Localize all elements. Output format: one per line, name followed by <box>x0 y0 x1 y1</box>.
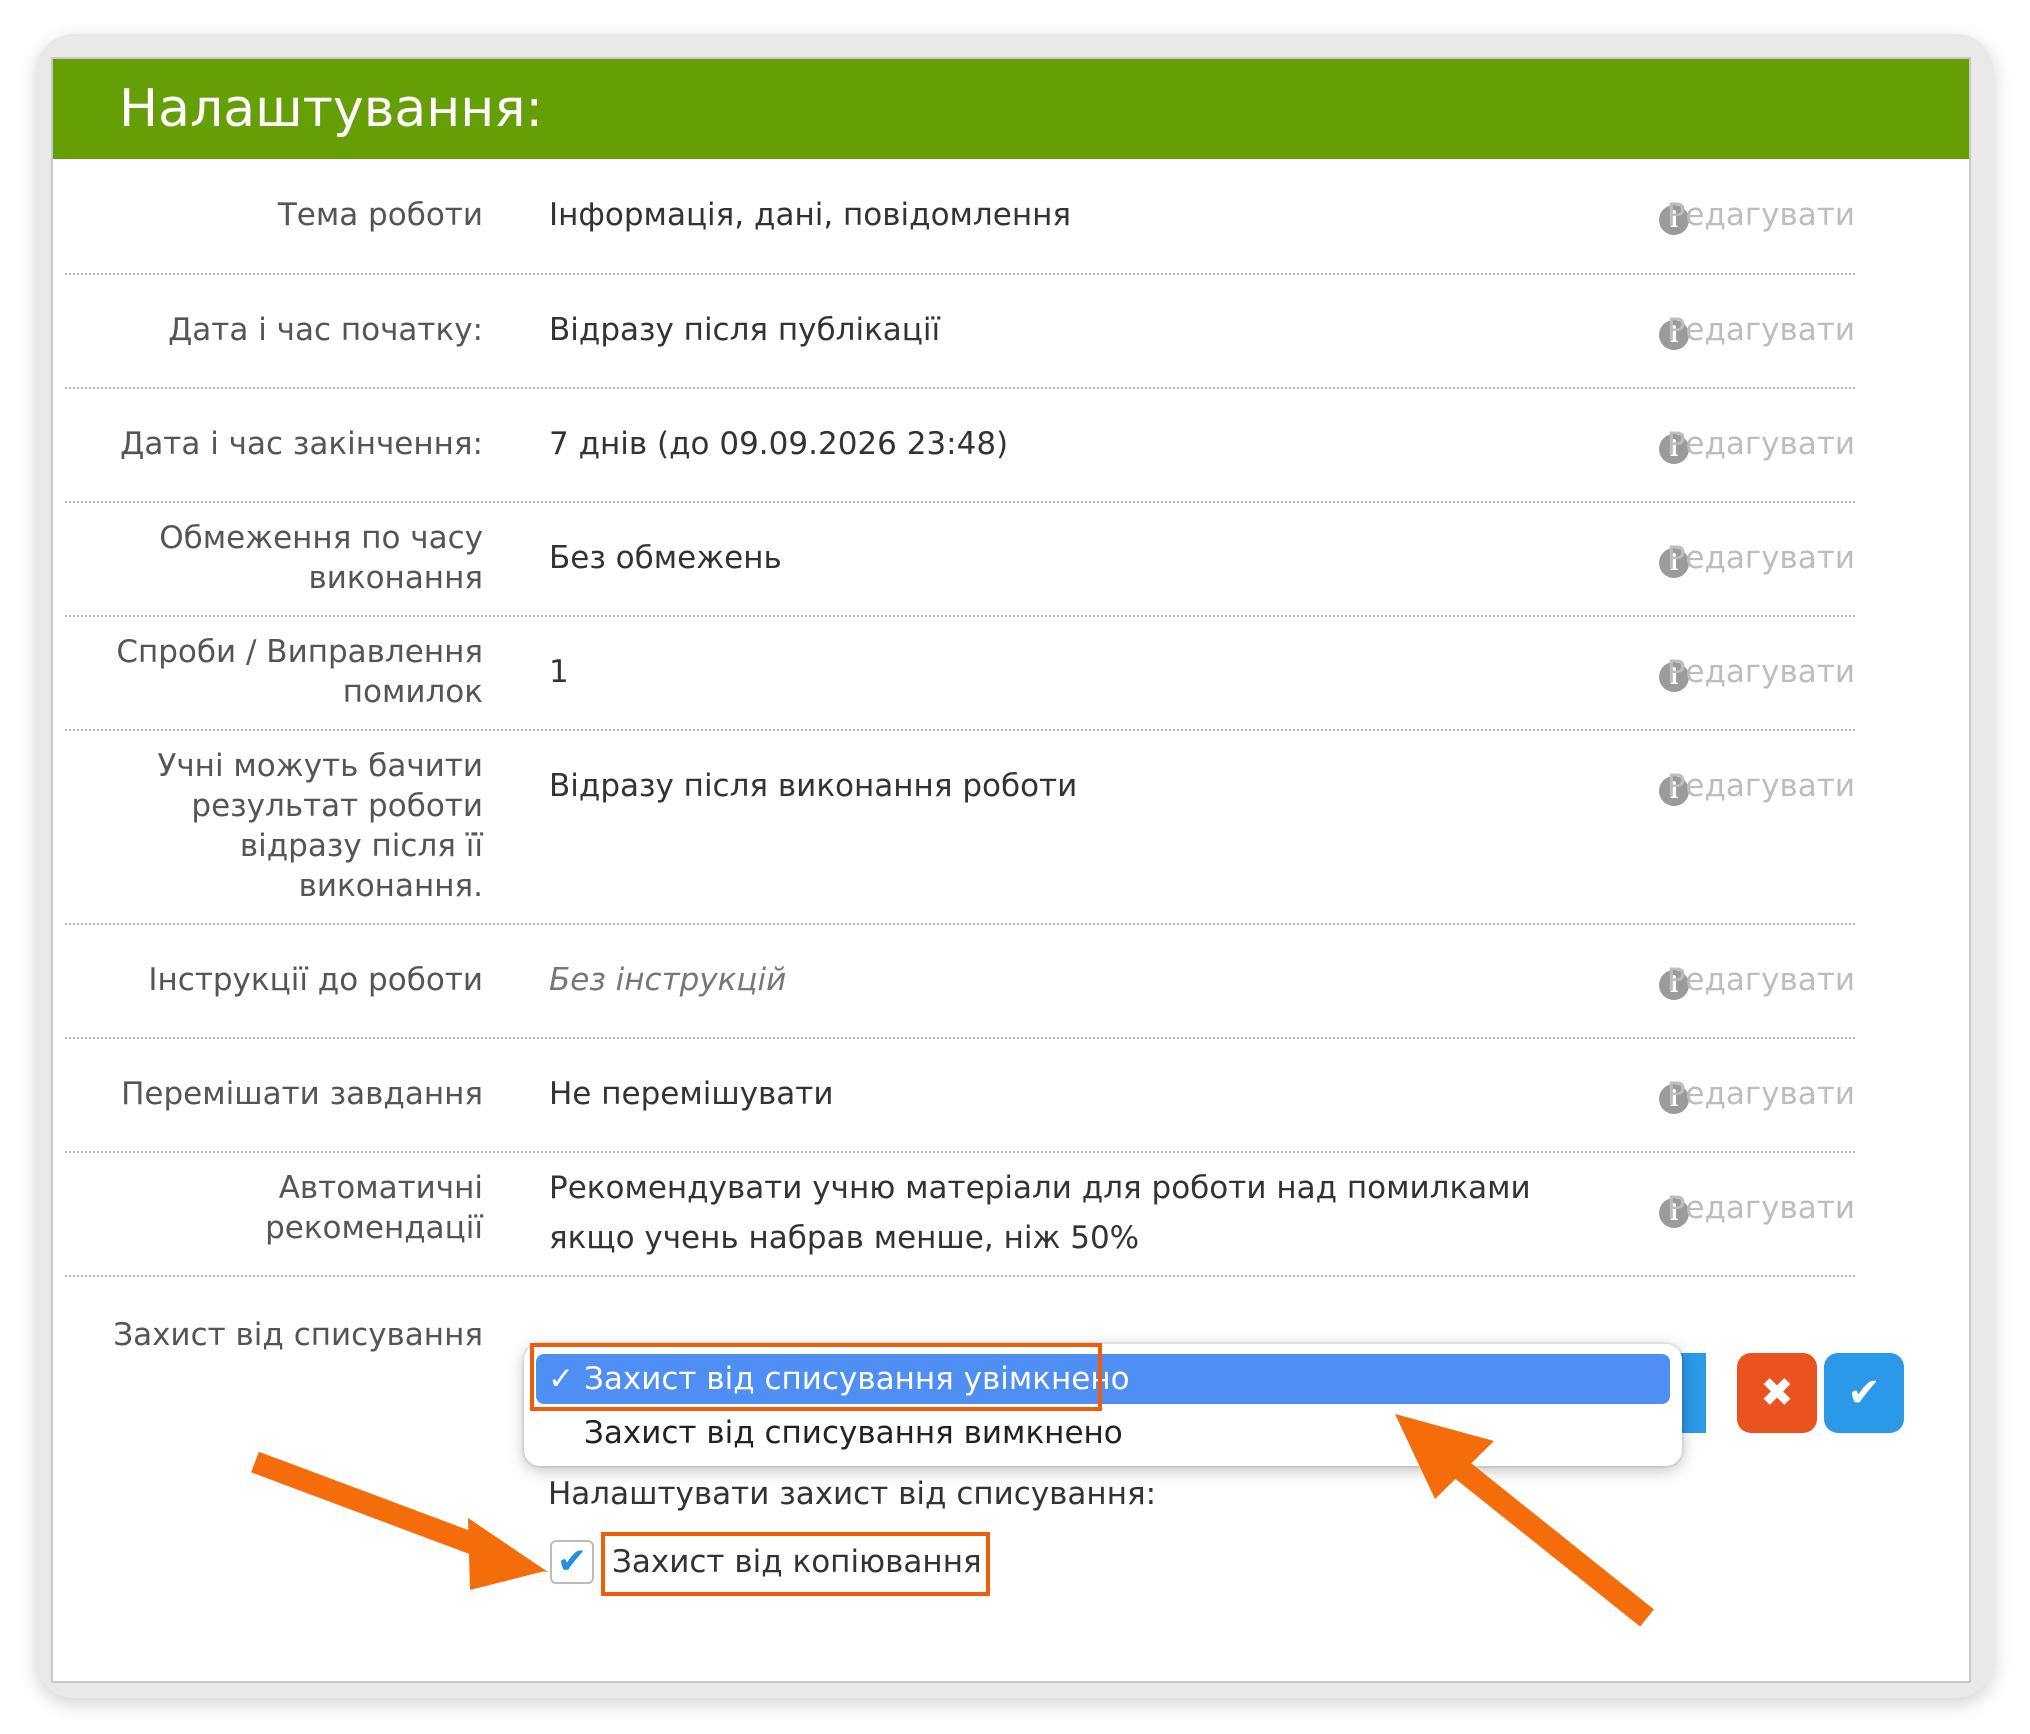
confirm-button[interactable]: ✔ <box>1824 1353 1904 1433</box>
setting-value: Інформація, дані, повідомлення <box>549 197 1072 233</box>
setting-value: Відразу після публікації <box>549 312 941 348</box>
edit-link[interactable]: Редагувати <box>1667 1188 1855 1228</box>
panel-header: Налаштування: <box>53 59 1969 159</box>
setting-row-start-date: Дата і час початку: Відразу після публік… <box>65 275 1855 389</box>
edit-link[interactable]: Редагувати <box>1667 538 1855 578</box>
setting-row-topic: Тема роботи Інформація, дані, повідомлен… <box>65 183 1855 275</box>
setting-row-end-date: Дата і час закінчення: 7 днів (до 09.09.… <box>65 389 1855 503</box>
setting-label: Дата і час закінчення: <box>120 426 483 462</box>
setting-label: Захист від списування <box>113 1317 483 1353</box>
cancel-button[interactable]: ✖ <box>1737 1353 1817 1433</box>
setting-label: Дата і час початку: <box>168 312 483 348</box>
edit-link[interactable]: Редагувати <box>1667 766 1855 806</box>
setting-row-attempts: Спроби / Виправлення помилок 1 i Редагув… <box>65 617 1855 731</box>
page-title: Налаштування: <box>119 79 544 139</box>
copy-protection-checkbox[interactable]: ✔ <box>550 1540 594 1584</box>
setting-label: Обмеження по часу виконання <box>159 520 483 596</box>
antiplagiarism-subtitle: Налаштувати захист від списування: <box>548 1476 1157 1512</box>
setting-row-instructions: Інструкції до роботи Без інструкцій i Ре… <box>65 925 1855 1039</box>
setting-label: Спроби / Виправлення помилок <box>116 634 483 710</box>
setting-label: Перемішати завдання <box>121 1076 483 1112</box>
option-antiplagiarism-off[interactable]: Захист від списування вимкнено <box>584 1408 1123 1458</box>
setting-value: Без інструкцій <box>549 962 787 998</box>
highlight-box-selected-option <box>530 1343 1102 1411</box>
edit-link[interactable]: Редагувати <box>1667 424 1855 464</box>
setting-label: Тема роботи <box>277 197 483 233</box>
edit-link[interactable]: Редагувати <box>1667 652 1855 692</box>
setting-row-shuffle: Перемішати завдання Не перемішувати i Ре… <box>65 1039 1855 1153</box>
setting-label: Інструкції до роботи <box>148 962 483 998</box>
setting-value: Не перемішувати <box>549 1076 834 1112</box>
setting-value: Рекомендувати учню матеріали для роботи … <box>549 1170 1531 1256</box>
settings-list: Тема роботи Інформація, дані, повідомлен… <box>65 183 1855 1377</box>
edit-link[interactable]: Редагувати <box>1667 1074 1855 1114</box>
edit-link[interactable]: Редагувати <box>1667 310 1855 350</box>
setting-row-time-limit: Обмеження по часу виконання Без обмежень… <box>65 503 1855 617</box>
setting-value: 7 днів (до 09.09.2026 23:48) <box>549 426 1009 462</box>
setting-value: Відразу після виконання роботи <box>549 768 1078 804</box>
setting-value: Без обмежень <box>549 540 782 576</box>
copy-protection-label[interactable]: Захист від копіювання <box>612 1540 982 1584</box>
setting-value: 1 <box>549 654 569 690</box>
edit-link[interactable]: Редагувати <box>1667 960 1855 1000</box>
setting-row-results-visibility: Учні можуть бачити результат роботи відр… <box>65 731 1855 925</box>
setting-label: Автоматичні рекомендації <box>265 1170 483 1246</box>
edit-link[interactable]: Редагувати <box>1667 195 1855 235</box>
setting-label: Учні можуть бачити результат роботи відр… <box>157 748 483 904</box>
setting-row-recommendations: Автоматичні рекомендації Рекомендувати у… <box>65 1153 1855 1277</box>
